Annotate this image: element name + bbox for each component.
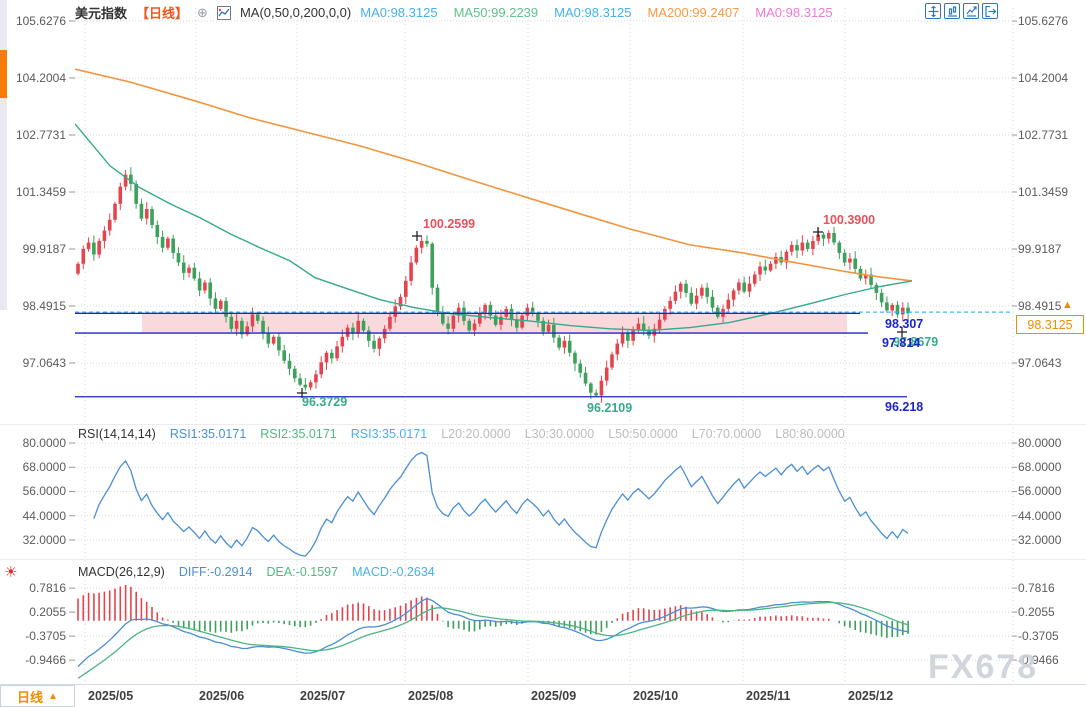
indicator-value: DEA:-0.1597 xyxy=(266,565,338,579)
period-selector-button[interactable]: 日线 ▲ xyxy=(0,685,75,707)
price-axis-label: 104.2004 xyxy=(1018,71,1068,85)
price-axis-label: 97.0643 xyxy=(0,356,66,370)
indicator-value: RSI1:35.0171 xyxy=(170,427,246,441)
price-axis-label: 102.7731 xyxy=(1018,128,1068,142)
rsi-axis-label: 32.0000 xyxy=(0,533,66,547)
date-label: 2025/08 xyxy=(408,689,453,703)
price-axis-label: 97.0643 xyxy=(1018,356,1061,370)
rsi-axis-label: 68.0000 xyxy=(0,460,66,474)
date-label: 2025/10 xyxy=(633,689,678,703)
indicator-value: MACD:-0.2634 xyxy=(352,565,435,579)
indicator-value: RSI3:35.0171 xyxy=(351,427,427,441)
price-axis-label: 98.4915 xyxy=(0,299,66,313)
rsi-title[interactable]: RSI(14,14,14) xyxy=(78,427,156,441)
rsi-axis-label: 80.0000 xyxy=(0,436,66,450)
price-annotation: 100.2599 xyxy=(423,217,475,231)
macd-axis-label: 0.7816 xyxy=(1018,581,1055,595)
rsi-axis-label: 68.0000 xyxy=(1018,460,1061,474)
chart-header: 美元指数 【日线】 ⊕ MA(0,50,0,200,0,0) MA0:98.31… xyxy=(75,3,833,22)
alert-sun-icon[interactable]: ☀ xyxy=(4,563,17,581)
chart-canvas[interactable] xyxy=(0,0,1086,707)
indicator-value: MA50:99.2239 xyxy=(454,5,539,20)
ma-values: MA0:98.3125 MA50:99.2239 MA0:98.3125 MA200:… xyxy=(360,5,832,20)
macd-axis-label: 0.7816 xyxy=(0,581,66,595)
macd-axis-label: -0.3705 xyxy=(0,629,66,643)
date-label: 2025/12 xyxy=(848,689,893,703)
macd-axis-label: -0.3705 xyxy=(1018,629,1059,643)
period-up-arrow-icon: ▲ xyxy=(48,691,58,702)
rsi-axis-label: 80.0000 xyxy=(1018,436,1061,450)
price-annotation: 100.3900 xyxy=(823,213,875,227)
indicator-value: L70:70.0000 xyxy=(692,427,762,441)
rsi-axis-label: 44.0000 xyxy=(0,509,66,523)
date-label: 2025/09 xyxy=(531,689,576,703)
price-axis-label: 101.3459 xyxy=(0,185,66,199)
rsi-axis-label: 56.0000 xyxy=(1018,484,1061,498)
mini-chart-icon[interactable] xyxy=(217,6,231,20)
indicator-value: MA0:98.3125 xyxy=(554,5,631,20)
price-axis-label: 104.2004 xyxy=(0,71,66,85)
price-axis-label: 105.6276 xyxy=(1018,14,1068,28)
rsi-axis-label: 44.0000 xyxy=(1018,509,1061,523)
indicator-value: RSI2:35.0171 xyxy=(260,427,336,441)
current-price-flag: 98.3125 xyxy=(1016,315,1084,334)
price-axis-label: 105.6276 xyxy=(0,14,66,28)
rsi-axis-label: 32.0000 xyxy=(1018,533,1061,547)
left-edge-panel xyxy=(0,0,7,310)
date-label: 2025/06 xyxy=(199,689,244,703)
candlestick-chart-icon[interactable] xyxy=(944,3,960,19)
pane-separator xyxy=(0,424,1086,425)
price-axis-label: 99.9187 xyxy=(1018,242,1061,256)
time-axis-bar: 日线 ▲ 2025/05 2025/06 2025/07 2025/08 2025/09… xyxy=(0,684,1086,707)
price-annotation: 96.3729 xyxy=(302,395,347,409)
date-label: 2025/05 xyxy=(88,689,133,703)
rsi-axis-label: 56.0000 xyxy=(0,484,66,498)
watermark: FX678 xyxy=(928,648,1038,687)
indicator-value: MA0:98.3125 xyxy=(360,5,437,20)
indicator-value: L80:80.0000 xyxy=(775,427,845,441)
price-annotation: 97.814 xyxy=(882,336,920,350)
chart-toolbar xyxy=(925,3,998,19)
indicator-value: L50:50.0000 xyxy=(608,427,678,441)
price-axis-label: 101.3459 xyxy=(1018,185,1068,199)
indicator-value: L20:20.0000 xyxy=(441,427,511,441)
price-annotation: 96.218 xyxy=(885,400,923,414)
link-circle-plus-icon[interactable]: ⊕ xyxy=(197,5,208,21)
rsi-values: RSI1:35.0171 RSI2:35.0171 RSI3:35.0171 L20:… xyxy=(170,427,845,441)
period-label: 日线 xyxy=(17,687,43,706)
trend-chart-icon[interactable] xyxy=(963,3,979,19)
indicator-value: MA0:98.3125 xyxy=(755,5,832,20)
macd-indicator-header: MACD(26,12,9) DIFF:-0.2914 DEA:-0.1597 MAC… xyxy=(78,565,435,579)
pan-icon[interactable] xyxy=(925,3,941,19)
pane-separator xyxy=(0,559,1086,560)
exit-chart-icon[interactable] xyxy=(982,3,998,19)
date-label: 2025/11 xyxy=(746,689,791,703)
price-axis-label: 102.7731 xyxy=(0,128,66,142)
price-direction-up-icon: ▲ xyxy=(1062,299,1073,311)
price-annotation: 98.307 xyxy=(885,317,923,331)
date-label: 2025/07 xyxy=(300,689,345,703)
symbol-name: 美元指数 xyxy=(75,3,127,22)
macd-title[interactable]: MACD(26,12,9) xyxy=(78,565,165,579)
ma-settings[interactable]: MA(0,50,0,200,0,0) xyxy=(240,5,351,20)
macd-axis-label: -0.9466 xyxy=(0,653,66,667)
macd-axis-label: 0.2055 xyxy=(0,605,66,619)
price-axis-label: 98.4915 xyxy=(1018,299,1061,313)
macd-axis-label: 0.2055 xyxy=(1018,605,1055,619)
indicator-value: MA200:99.2407 xyxy=(648,5,740,20)
indicator-value: L30:30.0000 xyxy=(525,427,595,441)
price-axis-label: 99.9187 xyxy=(0,242,66,256)
indicator-value: DIFF:-0.2914 xyxy=(179,565,253,579)
trading-chart-app: { "header": { "symbol": "美元指数", "period_… xyxy=(0,0,1086,707)
price-annotation: 96.2109 xyxy=(587,401,632,415)
period-tag[interactable]: 【日线】 xyxy=(136,3,188,22)
macd-values: DIFF:-0.2914 DEA:-0.1597 MACD:-0.2634 xyxy=(179,565,435,579)
rsi-indicator-header: RSI(14,14,14) RSI1:35.0171RSI2:35.0171RS… xyxy=(78,427,845,441)
